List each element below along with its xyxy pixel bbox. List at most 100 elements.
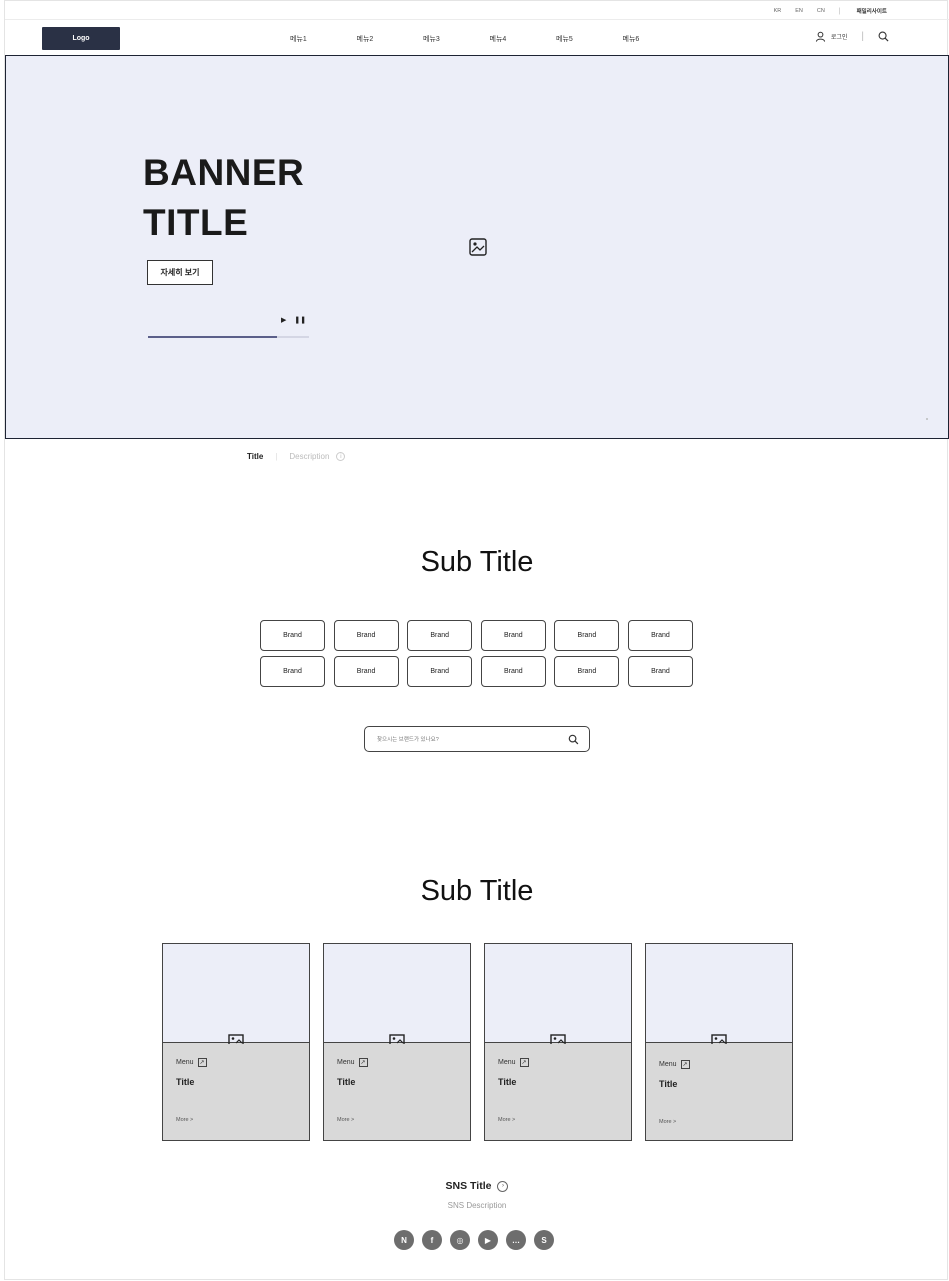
info-icon[interactable]: i <box>336 452 346 461</box>
brand-search-box <box>364 726 590 752</box>
user-icon[interactable] <box>815 31 826 42</box>
strip-title: Title <box>247 452 264 461</box>
strip-description: Description <box>289 452 330 461</box>
external-link-icon[interactable]: ↗ <box>358 1058 368 1067</box>
nav-item-menu5[interactable]: 메뉴5 <box>556 34 623 44</box>
nav-item-menu2[interactable]: 메뉴2 <box>357 34 424 44</box>
card-image <box>324 944 470 1044</box>
slide-progress <box>148 336 309 338</box>
card-more-link[interactable]: More > <box>498 1117 515 1123</box>
brand-chip[interactable]: Brand <box>554 656 620 687</box>
chevron-right-icon[interactable]: › <box>497 1180 509 1192</box>
brand-chip[interactable]: Brand <box>260 656 325 687</box>
card-menu: Menu ↗ <box>498 1058 529 1067</box>
naver-icon[interactable]: N <box>394 1230 414 1250</box>
brand-chip[interactable]: Brand <box>627 620 693 651</box>
search-icon[interactable] <box>878 31 889 42</box>
family-site-link[interactable]: 패밀리사이트 <box>857 7 887 15</box>
brand-chip[interactable]: Brand <box>480 656 546 687</box>
facebook-icon[interactable]: f <box>422 1230 442 1250</box>
slide-controls: ▶ ❚❚ <box>281 316 306 324</box>
image-icon <box>469 238 487 256</box>
header-actions: 로그인 | <box>815 31 889 42</box>
card-image <box>163 944 309 1044</box>
youtube-icon[interactable]: ▶ <box>478 1230 498 1250</box>
banner-title-line2: TITLE <box>143 202 249 243</box>
card-menu: Menu ↗ <box>659 1060 690 1069</box>
search-icon[interactable] <box>568 734 579 745</box>
pause-icon[interactable]: ❚❚ <box>294 316 306 324</box>
card-section-title: Sub Title <box>420 875 534 907</box>
brand-chip[interactable]: Brand <box>407 656 473 687</box>
card-title: Title <box>659 1079 678 1089</box>
instagram-icon[interactable]: ◎ <box>450 1230 470 1250</box>
brand-grid: Brand Brand Brand Brand Brand Brand Bran… <box>260 620 693 687</box>
talk-icon[interactable]: … <box>506 1230 526 1250</box>
lang-kr[interactable]: KR <box>774 8 782 14</box>
banner-title-line1: BANNER <box>143 152 305 193</box>
sns-title: SNS Title › <box>5 1180 949 1192</box>
card-image <box>646 944 792 1044</box>
story-icon[interactable]: S <box>534 1230 554 1250</box>
banner-detail-button[interactable]: 자세히 보기 <box>147 260 213 285</box>
content-card[interactable]: Menu ↗ Title More > <box>484 943 632 1141</box>
image-icon <box>550 1034 566 1044</box>
logo[interactable]: Logo <box>42 27 120 50</box>
content-card[interactable]: Menu ↗ Title More > <box>645 943 793 1141</box>
external-link-icon[interactable]: ↗ <box>680 1060 690 1069</box>
card-more-link[interactable]: More > <box>659 1119 676 1125</box>
login-link[interactable]: 로그인 <box>831 32 848 41</box>
utility-bar: KR EN CN | 패밀리사이트 <box>774 7 887 16</box>
content-card[interactable]: Menu ↗ Title More > <box>323 943 471 1141</box>
nav-item-menu4[interactable]: 메뉴4 <box>490 34 557 44</box>
brand-chip[interactable]: Brand <box>627 656 693 687</box>
main-nav: 메뉴1 메뉴2 메뉴3 메뉴4 메뉴5 메뉴6 <box>290 34 689 44</box>
brand-chip[interactable]: Brand <box>480 620 546 651</box>
brand-chip[interactable]: Brand <box>554 620 620 651</box>
header: Logo 메뉴1 메뉴2 메뉴3 메뉴4 메뉴5 메뉴6 로그인 | <box>5 19 949 55</box>
lang-cn[interactable]: CN <box>817 8 825 14</box>
sns-icon-list: N f ◎ ▶ … S <box>394 1230 554 1250</box>
nav-item-menu1[interactable]: 메뉴1 <box>290 34 357 44</box>
utility-divider: | <box>838 7 841 15</box>
play-icon[interactable]: ▶ <box>281 316 286 324</box>
strip-divider: | <box>275 452 278 461</box>
card-menu: Menu ↗ <box>176 1058 207 1067</box>
brand-section-title: Sub Title <box>420 546 534 578</box>
brand-chip[interactable]: Brand <box>333 620 399 651</box>
slide-progress-fill <box>148 336 277 338</box>
sns-title-text: SNS Title <box>445 1180 492 1192</box>
content-card[interactable]: Menu ↗ Title More > <box>162 943 310 1141</box>
card-menu-label: Menu <box>337 1059 355 1066</box>
card-menu-label: Menu <box>176 1059 194 1066</box>
brand-search-input[interactable] <box>377 732 557 747</box>
banner-dot <box>926 418 928 420</box>
nav-item-menu6[interactable]: 메뉴6 <box>623 34 690 44</box>
external-link-icon[interactable]: ↗ <box>519 1058 529 1067</box>
card-list: Menu ↗ Title More > Menu ↗ Title More > Me… <box>162 943 793 1141</box>
card-menu: Menu ↗ <box>337 1058 368 1067</box>
image-icon <box>389 1034 405 1044</box>
card-more-link[interactable]: More > <box>176 1117 193 1123</box>
card-title: Title <box>176 1077 195 1087</box>
sns-description: SNS Description <box>447 1201 507 1210</box>
image-icon <box>711 1034 727 1044</box>
brand-chip[interactable]: Brand <box>333 656 399 687</box>
card-title: Title <box>498 1077 517 1087</box>
card-menu-label: Menu <box>498 1059 516 1066</box>
hero-banner: BANNER TITLE 자세히 보기 ▶ ❚❚ <box>5 55 949 439</box>
title-strip: Title | Description i <box>247 452 346 461</box>
lang-en[interactable]: EN <box>795 8 803 14</box>
card-more-link[interactable]: More > <box>337 1117 354 1123</box>
banner-title: BANNER TITLE <box>143 148 304 248</box>
external-link-icon[interactable]: ↗ <box>197 1058 207 1067</box>
brand-chip[interactable]: Brand <box>407 620 473 651</box>
header-divider: | <box>861 31 864 42</box>
card-menu-label: Menu <box>659 1061 677 1068</box>
card-image <box>485 944 631 1044</box>
page: KR EN CN | 패밀리사이트 Logo 메뉴1 메뉴2 메뉴3 메뉴4 메… <box>4 0 949 1280</box>
brand-chip[interactable]: Brand <box>260 620 325 651</box>
card-title: Title <box>337 1077 356 1087</box>
nav-item-menu3[interactable]: 메뉴3 <box>423 34 490 44</box>
image-icon <box>228 1034 244 1044</box>
